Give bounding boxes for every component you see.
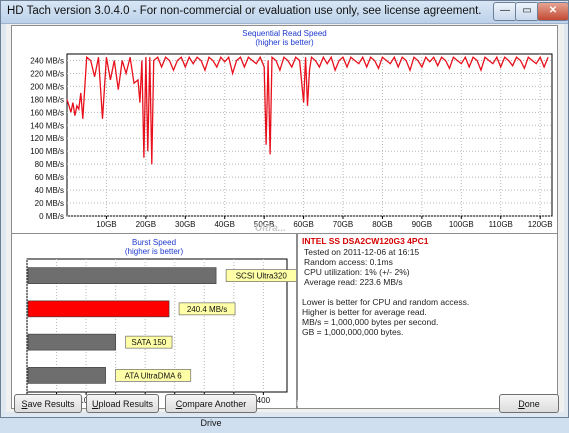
burst-bar-label: ATA UltraDMA 6: [125, 371, 183, 380]
seq-x-tick-label: 110GB: [489, 220, 513, 229]
minimize-button[interactable]: —: [493, 2, 517, 21]
cpu-utilization: CPU utilization: 1% (+/- 2%): [304, 267, 410, 277]
burst-bar-label: SCSI Ultra320: [236, 272, 288, 281]
drive-name: INTEL SS DSA2CW120G3 4PC1: [302, 236, 429, 246]
seq-x-tick-label: 30GB: [175, 220, 195, 229]
compare-another-drive-button[interactable]: Compare Another Drive: [165, 394, 257, 428]
burst-bar-label: 240.4 MB/s: [187, 305, 227, 314]
seq-y-tick-label: 100 MB/s: [30, 147, 64, 156]
seq-y-tick-label: 80 MB/s: [35, 160, 64, 169]
done-button[interactable]: Done: [499, 394, 559, 413]
seq-y-tick-label: 0 MB/s: [39, 212, 64, 221]
note-mbps-def: MB/s = 1,000,000 bytes per second.: [302, 317, 439, 327]
upload-results-button[interactable]: Upload Results: [86, 394, 159, 413]
burst-bar: [27, 267, 217, 284]
seq-x-tick-label: 70GB: [333, 220, 353, 229]
save-label: ave Results: [27, 399, 75, 409]
seq-x-tick-label: 20GB: [136, 220, 156, 229]
seq-y-tick-label: 60 MB/s: [35, 173, 64, 182]
burst-bar: [27, 333, 116, 351]
seq-x-tick-label: 80GB: [372, 220, 392, 229]
seq-y-tick-label: 180 MB/s: [30, 95, 64, 104]
random-access: Random access: 0.1ms: [304, 257, 393, 267]
seq-x-tick-label: 120GB: [528, 220, 553, 229]
sequential-read-chart: 0 MB/s 20 MB/s 40 MB/s 60 MB/s 80 MB/s 100 MB…: [30, 53, 553, 229]
seq-y-tick-label: 20 MB/s: [35, 199, 64, 208]
save-results-button[interactable]: Save Results: [14, 394, 82, 413]
upload-label: pload Results: [98, 399, 154, 409]
maximize-button[interactable]: ▭: [515, 2, 539, 21]
title-bar[interactable]: HD Tach version 3.0.4.0 - For non-commer…: [1, 1, 569, 24]
seq-x-tick-label: 100GB: [449, 220, 474, 229]
seq-y-tick-label: 140 MB/s: [30, 121, 64, 130]
copyright-text: Copyright (C) 2004 Simpli Software, Inc.…: [275, 399, 508, 408]
compare-label: ompare Another Drive: [182, 399, 247, 428]
note-higher-better: Higher is better for average read.: [302, 307, 427, 317]
seq-y-tick-label: 120 MB/s: [30, 134, 64, 143]
done-label: one: [524, 399, 540, 409]
bottom-button-bar: Save Results Upload Results Compare Anot…: [1, 391, 569, 428]
burst-bar: [27, 367, 106, 384]
window-title: HD Tach version 3.0.4.0 - For non-commer…: [7, 5, 482, 17]
note-gb-def: GB = 1,000,000,000 bytes.: [302, 327, 404, 337]
seq-y-tick-label: 40 MB/s: [35, 186, 64, 195]
average-read: Average read: 223.6 MB/s: [304, 277, 403, 287]
tested-on: Tested on 2011-12-06 at 16:15: [304, 247, 420, 257]
seq-y-tick-label: 160 MB/s: [30, 108, 64, 117]
client-area: Sequential Read Speed (higher is better)…: [6, 24, 564, 412]
seq-y-tick-label: 200 MB/s: [30, 82, 64, 91]
burst-bar: [27, 300, 170, 318]
seq-y-tick-label: 240 MB/s: [30, 56, 64, 65]
drive-info-panel: INTEL SS DSA2CW120G3 4PC1 Tested on 2011…: [297, 233, 558, 409]
seq-x-tick-label: 60GB: [293, 220, 313, 229]
seq-y-tick-label: 220 MB/s: [30, 69, 64, 78]
seq-x-tick-label: 90GB: [412, 220, 432, 229]
note-lower-better: Lower is better for CPU and random acces…: [302, 297, 470, 307]
burst-bar-label: SATA 150: [131, 338, 166, 347]
app-window: HD Tach version 3.0.4.0 - For non-commer…: [0, 0, 569, 428]
seq-x-tick-label: 40GB: [214, 220, 234, 229]
close-button[interactable]: ✕: [537, 2, 569, 21]
sequential-read-panel: Sequential Read Speed (higher is better)…: [11, 25, 558, 235]
burst-speed-panel: Burst Speed (higher is better) SCSI Ultr…: [11, 233, 297, 409]
seq-x-tick-label: 10GB: [96, 220, 116, 229]
burst-speed-chart: SCSI Ultra320 240.4 MB/s SATA 150 ATA Ultra…: [25, 258, 296, 405]
